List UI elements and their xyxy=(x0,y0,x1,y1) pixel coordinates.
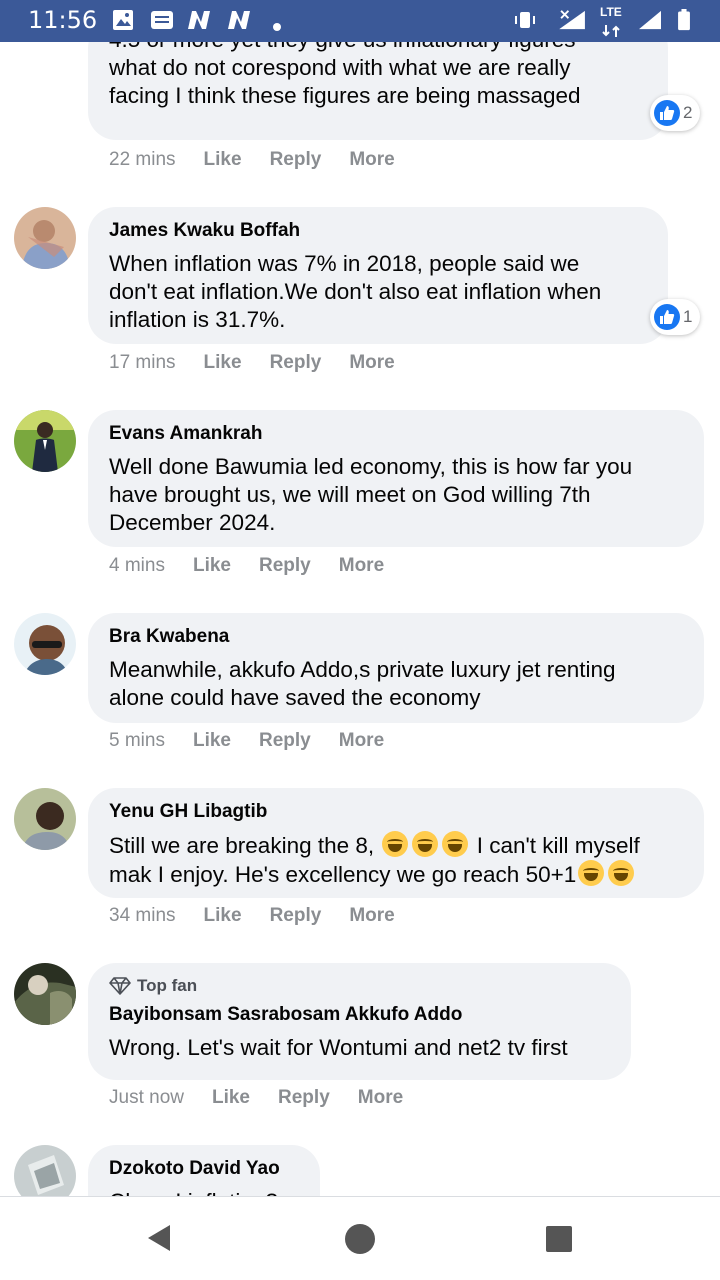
more-button[interactable]: More xyxy=(349,905,394,927)
diamond-icon xyxy=(109,977,131,995)
reply-button[interactable]: Reply xyxy=(259,730,311,752)
avatar[interactable] xyxy=(14,788,76,850)
comment-text: Still we are breaking the 8, I can't kil… xyxy=(109,831,640,887)
crying-laughing-emoji-icon xyxy=(608,860,635,886)
more-button[interactable]: More xyxy=(339,730,384,752)
comment-actions: 34 mins Like Reply More xyxy=(109,905,423,927)
comment-time: 17 mins xyxy=(109,352,176,373)
more-button[interactable]: More xyxy=(349,149,394,171)
comment-text: 4.5 or more yet they give us inflationar… xyxy=(109,42,581,108)
comment-text: Wrong. Let's wait for Wontumi and net2 t… xyxy=(109,1035,568,1060)
reply-button[interactable]: Reply xyxy=(278,1087,330,1109)
crying-laughing-emoji-icon xyxy=(578,860,605,886)
comment-text: Chaaa! inflation? xyxy=(109,1188,300,1196)
comment-author[interactable]: Bayibonsam Sasrabosam Akkufo Addo xyxy=(109,1003,611,1027)
more-button[interactable]: More xyxy=(358,1087,403,1109)
notification-n-icon xyxy=(188,11,210,29)
signal-icon xyxy=(559,10,585,30)
recents-icon[interactable] xyxy=(545,1225,573,1253)
reply-button[interactable]: Reply xyxy=(270,352,322,374)
comment-bubble[interactable]: James Kwaku Boffah When inflation was 7%… xyxy=(88,207,668,344)
like-button[interactable]: Like xyxy=(193,730,231,752)
comment-actions: 5 mins Like Reply More xyxy=(109,730,412,752)
comment-actions: 4 mins Like Reply More xyxy=(109,555,412,577)
status-bar: 11:56 LTE xyxy=(0,0,720,42)
reaction-count[interactable]: 1 xyxy=(650,299,701,335)
navigation-bar xyxy=(0,1197,720,1280)
comment-time: Just now xyxy=(109,1087,184,1108)
back-icon[interactable] xyxy=(146,1223,172,1253)
reply-button[interactable]: Reply xyxy=(270,905,322,927)
battery-icon xyxy=(678,9,690,31)
laughing-emoji-icon xyxy=(412,831,439,857)
avatar[interactable] xyxy=(14,1145,76,1196)
status-time: 11:56 xyxy=(28,6,98,34)
like-button[interactable]: Like xyxy=(204,905,242,927)
laughing-emoji-icon xyxy=(382,831,409,857)
comment-time: 5 mins xyxy=(109,730,165,751)
avatar[interactable] xyxy=(14,613,76,675)
like-reaction-icon xyxy=(654,100,680,126)
like-button[interactable]: Like xyxy=(193,555,231,577)
like-button[interactable]: Like xyxy=(212,1087,250,1109)
comment-bubble[interactable]: Yenu GH Libagtib Still we are breaking t… xyxy=(88,788,704,898)
comment-author[interactable]: Dzokoto David Yao xyxy=(109,1157,300,1181)
home-icon[interactable] xyxy=(344,1223,376,1255)
comment-bubble[interactable]: Top fan Bayibonsam Sasrabosam Akkufo Add… xyxy=(88,963,631,1080)
avatar[interactable] xyxy=(14,410,76,472)
comment-author[interactable]: Evans Amankrah xyxy=(109,422,684,446)
avatar[interactable] xyxy=(14,963,76,1025)
laughing-emoji-icon xyxy=(442,831,469,857)
comment-bubble[interactable]: 4.5 or more yet they give us inflationar… xyxy=(88,42,668,140)
gallery-icon xyxy=(113,10,133,30)
avatar[interactable] xyxy=(14,207,76,269)
top-fan-badge: Top fan xyxy=(109,975,611,997)
vibrate-icon xyxy=(515,12,535,28)
message-icon xyxy=(151,11,173,29)
like-button[interactable]: Like xyxy=(204,149,242,171)
more-button[interactable]: More xyxy=(339,555,384,577)
comment-text: Well done Bawumia led economy, this is h… xyxy=(109,454,633,535)
like-button[interactable]: Like xyxy=(204,352,242,374)
reaction-count[interactable]: 2 xyxy=(650,95,701,131)
comment-actions: Just now Like Reply More xyxy=(109,1087,431,1109)
comment-bubble[interactable]: Dzokoto David Yao Chaaa! inflation? xyxy=(88,1145,320,1196)
comment-actions: 17 mins Like Reply More xyxy=(109,352,423,374)
comment-text: When inflation was 7% in 2018, people sa… xyxy=(109,251,602,332)
comment-bubble[interactable]: Evans Amankrah Well done Bawumia led eco… xyxy=(88,410,704,547)
network-type: LTE xyxy=(600,5,622,19)
reply-button[interactable]: Reply xyxy=(259,555,311,577)
more-button[interactable]: More xyxy=(349,352,394,374)
dot-icon xyxy=(273,23,281,31)
comment-feed[interactable]: 4.5 or more yet they give us inflationar… xyxy=(0,42,720,1196)
comment-time: 34 mins xyxy=(109,905,176,926)
comment-time: 22 mins xyxy=(109,149,176,170)
comment-time: 4 mins xyxy=(109,555,165,576)
comment-author[interactable]: Bra Kwabena xyxy=(109,625,684,649)
comment-author[interactable]: James Kwaku Boffah xyxy=(109,219,648,243)
signal-strength-icon xyxy=(639,10,661,30)
notification-n-icon xyxy=(228,11,250,29)
comment-bubble[interactable]: Bra Kwabena Meanwhile, akkufo Addo,s pri… xyxy=(88,613,704,723)
like-reaction-icon xyxy=(654,304,680,330)
reply-button[interactable]: Reply xyxy=(270,149,322,171)
comment-text: Meanwhile, akkufo Addo,s private luxury … xyxy=(109,657,616,710)
comment-actions: 22 mins Like Reply More xyxy=(109,149,423,171)
data-arrows-icon xyxy=(602,25,620,37)
comment-author[interactable]: Yenu GH Libagtib xyxy=(109,800,684,824)
